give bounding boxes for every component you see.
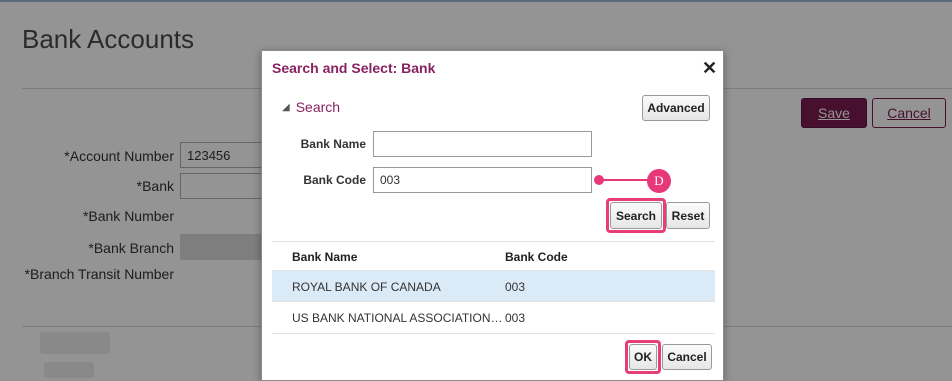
column-header-bank-name[interactable]: Bank Name — [292, 250, 357, 264]
close-icon[interactable]: ✕ — [702, 58, 717, 79]
search-button-highlight — [606, 198, 666, 233]
dialog-title: Search and Select: Bank — [272, 60, 436, 76]
bank-code-cell: 003 — [505, 280, 526, 294]
callout-badge: D — [647, 169, 671, 193]
collapse-triangle-icon: ◢ — [282, 101, 290, 113]
search-section-toggle[interactable]: ◢ Search — [282, 99, 340, 115]
bank-code-cell: 003 — [505, 311, 526, 325]
bank-code-input[interactable] — [373, 167, 592, 193]
advanced-button[interactable]: Advanced — [642, 95, 710, 121]
column-header-bank-code[interactable]: Bank Code — [505, 250, 568, 264]
bank-name-cell: US BANK NATIONAL ASSOCIATION… — [292, 311, 503, 325]
callout-dot — [594, 175, 604, 185]
row-divider — [272, 333, 715, 334]
ok-button-highlight — [625, 340, 661, 374]
bank-name-cell: ROYAL BANK OF CANADA — [292, 280, 441, 294]
dialog-cancel-button[interactable]: Cancel — [662, 344, 712, 370]
reset-button[interactable]: Reset — [666, 202, 710, 229]
table-row[interactable]: ROYAL BANK OF CANADA 003 — [272, 271, 715, 301]
table-row[interactable]: US BANK NATIONAL ASSOCIATION… 003 — [272, 302, 715, 332]
bank-name-input[interactable] — [373, 131, 592, 157]
search-select-bank-dialog: Search and Select: Bank ✕ ◢ Search Advan… — [261, 50, 724, 381]
bank-code-label: Bank Code — [303, 173, 366, 187]
bank-name-label: Bank Name — [300, 137, 366, 151]
search-section-header: Search — [295, 99, 341, 115]
results-table-header: Bank Name Bank Code — [272, 241, 715, 271]
